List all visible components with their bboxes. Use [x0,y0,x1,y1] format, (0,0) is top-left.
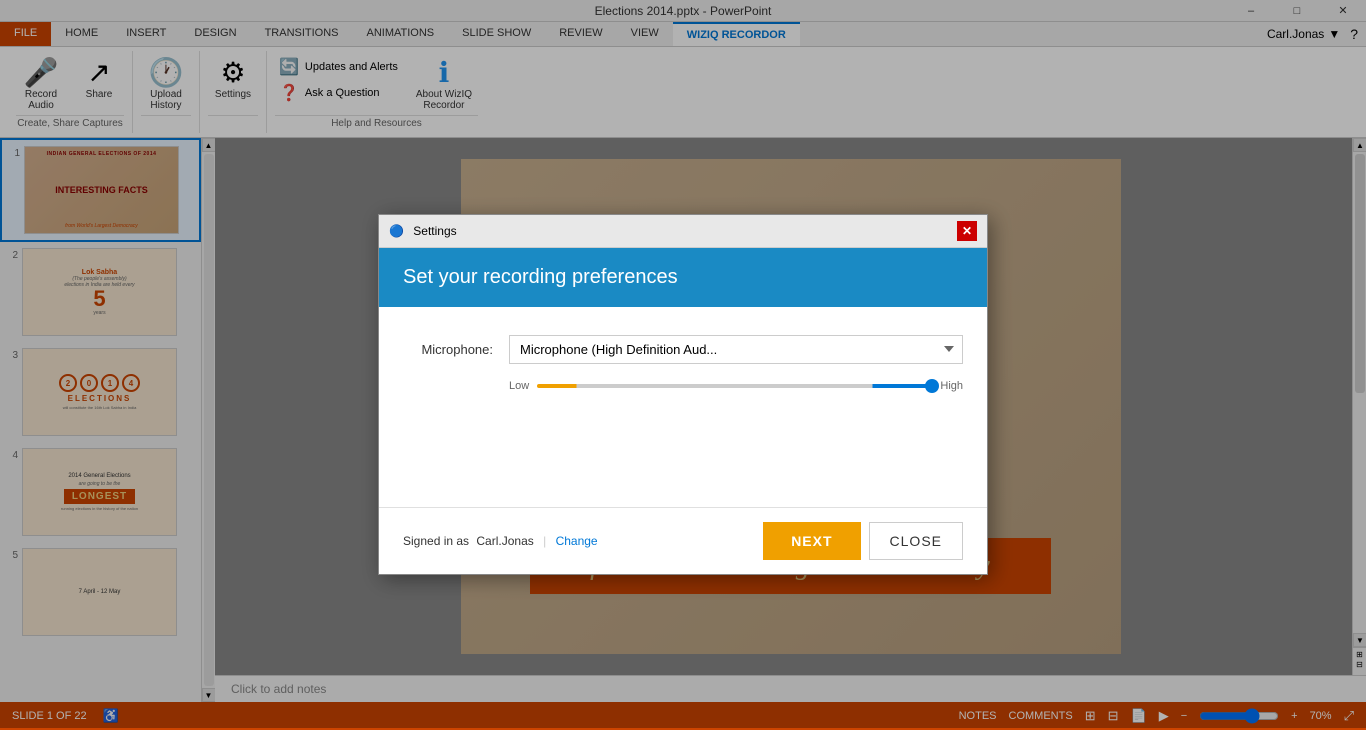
close-button[interactable]: CLOSE [869,522,963,560]
microphone-select[interactable]: Microphone (High Definition Aud... [509,335,963,364]
volume-slider-row: Low High [509,380,963,392]
modal-footer-buttons: NEXT CLOSE [763,522,963,560]
separator: | [543,534,546,548]
change-link[interactable]: Change [556,534,598,548]
microphone-label: Microphone: [403,342,493,357]
modal-title-icon: 🔵 [389,224,404,238]
volume-slider[interactable] [537,384,932,388]
next-button[interactable]: NEXT [763,522,860,560]
modal-overlay: 🔵 Settings ✕ Set your recording preferen… [0,0,1366,728]
modal-footer: Signed in as Carl.Jonas | Change NEXT CL… [379,507,987,574]
volume-slider-thumb[interactable] [925,379,939,393]
volume-low-label: Low [509,380,529,392]
modal-title-bar: 🔵 Settings ✕ [379,215,987,248]
modal-title-left: 🔵 Settings [389,224,457,238]
modal-close-x-button[interactable]: ✕ [957,221,977,241]
signed-in-text: Signed in as [403,534,469,548]
signed-in-user: Carl.Jonas [476,534,533,548]
volume-high-label: High [940,380,963,392]
modal-header-text: Set your recording preferences [403,266,678,288]
modal-body: Microphone: Microphone (High Definition … [379,307,987,507]
modal-title-text: Settings [413,224,456,238]
modal-header: Set your recording preferences [379,248,987,307]
settings-modal: 🔵 Settings ✕ Set your recording preferen… [378,214,988,575]
signed-in-info: Signed in as Carl.Jonas | Change [403,534,598,548]
microphone-row: Microphone: Microphone (High Definition … [403,335,963,364]
